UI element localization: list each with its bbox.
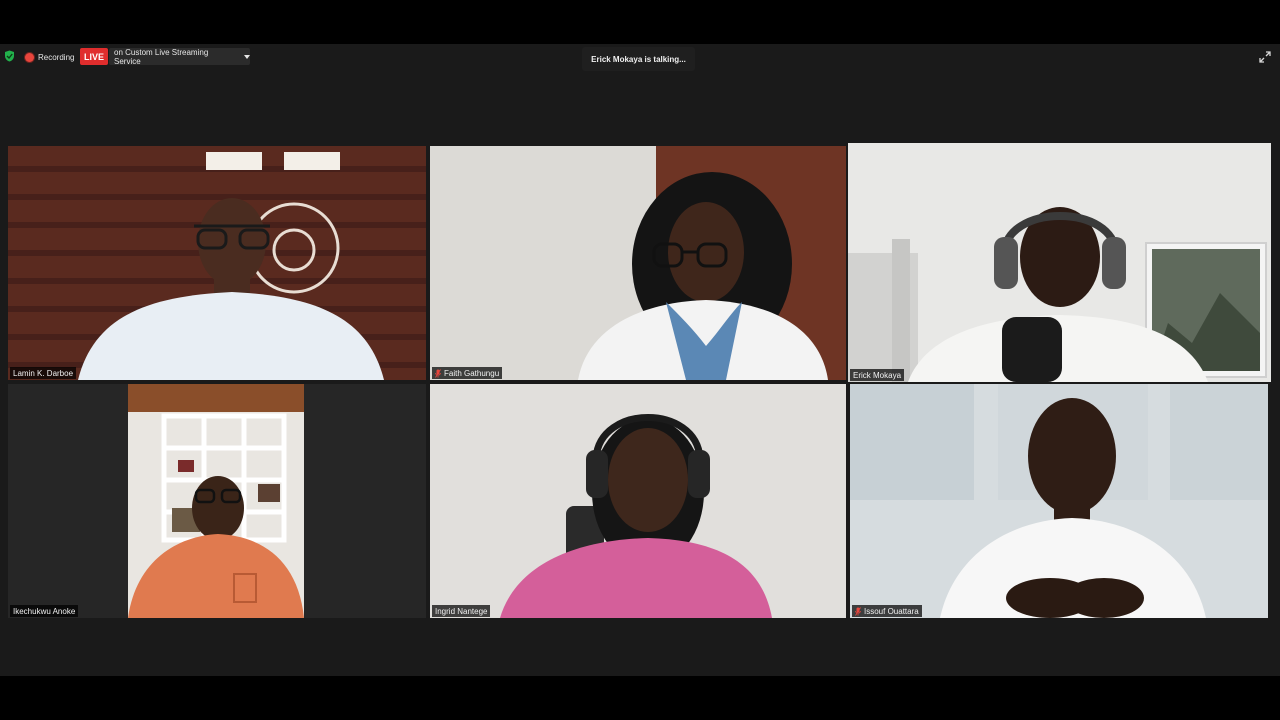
participant-name: Erick Mokaya <box>853 370 902 380</box>
shield-check-icon[interactable] <box>4 50 15 62</box>
expand-icon[interactable] <box>1259 51 1271 63</box>
video-tile[interactable]: Lamin K. Darboe <box>8 146 426 380</box>
participant-video <box>850 384 1268 618</box>
participant-name: Faith Gathungu <box>444 368 500 378</box>
recording-label: Recording <box>38 52 75 62</box>
participant-name: Lamin K. Darboe <box>13 368 74 378</box>
participant-video <box>848 143 1271 382</box>
participant-name-tag: Lamin K. Darboe <box>10 367 77 379</box>
mic-muted-icon <box>855 606 861 616</box>
video-tile[interactable]: Faith Gathungu <box>430 146 846 380</box>
dropdown-arrow-icon <box>244 54 250 59</box>
participant-name-tag: Erick Mokaya <box>850 369 905 381</box>
participant-video <box>430 146 846 380</box>
participant-video <box>8 384 426 618</box>
record-icon <box>25 52 34 62</box>
participant-name-tag: Ingrid Nantege <box>432 605 491 617</box>
talking-status: Erick Mokaya is talking... <box>582 47 695 71</box>
live-badge[interactable]: LIVE <box>80 48 108 65</box>
participant-name: Issouf Ouattara <box>864 606 919 616</box>
participant-name: Ikechukwu Anoke <box>13 606 76 616</box>
participant-name-tag: Issouf Ouattara <box>852 605 922 617</box>
participant-video <box>430 384 846 618</box>
mic-muted-icon <box>435 368 441 378</box>
participant-name-tag: Ikechukwu Anoke <box>10 605 79 617</box>
participant-video <box>8 146 426 380</box>
participant-name-tag: Faith Gathungu <box>432 367 503 379</box>
video-tile-active-speaker[interactable]: Erick Mokaya <box>848 143 1271 382</box>
participant-name: Ingrid Nantege <box>435 606 488 616</box>
recording-indicator[interactable]: Recording <box>25 50 74 64</box>
stream-dropdown[interactable]: on Custom Live Streaming Service <box>109 47 250 66</box>
video-tile[interactable]: Ingrid Nantege <box>430 384 846 618</box>
video-tile[interactable]: Issouf Ouattara <box>850 384 1268 618</box>
stream-label: on Custom Live Streaming Service <box>114 47 209 66</box>
video-tile[interactable]: Ikechukwu Anoke <box>8 384 426 618</box>
